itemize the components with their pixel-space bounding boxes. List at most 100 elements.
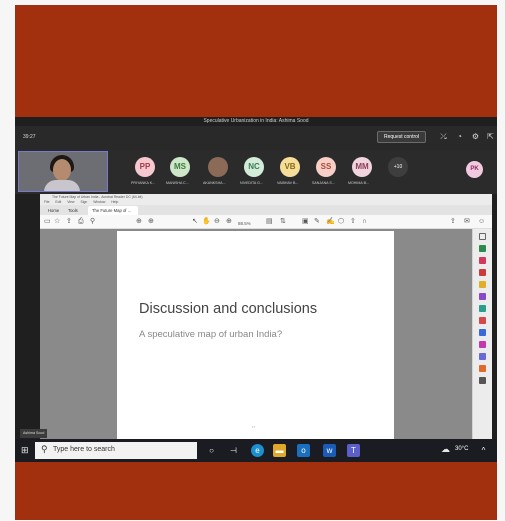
menu-help[interactable]: Help <box>111 200 118 204</box>
fill-sign-icon[interactable] <box>479 341 486 348</box>
tools-rail <box>472 229 492 439</box>
slide-subtitle: A speculative map of urban India? <box>139 329 283 340</box>
compress-icon[interactable] <box>479 365 486 372</box>
participant-avatar-mm[interactable]: MM <box>352 157 372 177</box>
upload-icon[interactable]: ⇪ <box>66 218 72 226</box>
task-view-icon[interactable]: ○ <box>205 444 218 457</box>
email-icon[interactable]: ✉ <box>464 218 470 226</box>
send-sign-icon[interactable] <box>479 353 486 360</box>
zoom-in-icon[interactable]: ⊕ <box>226 218 232 226</box>
edit-pdf-icon[interactable] <box>479 257 486 264</box>
avatar-initials: PP <box>139 162 151 171</box>
popout-icon[interactable]: ⇱ <box>486 132 495 141</box>
pdf-page: Discussion and conclusions A speculative… <box>117 231 394 439</box>
magnifier-icon: ⚲ <box>41 444 48 454</box>
meeting-controls-bar: 39:27 Request control ⤯ ◔ ⚙ ⇱ <box>15 126 497 150</box>
sign-icon[interactable]: ✍ <box>326 218 335 226</box>
more-tools-icon[interactable] <box>479 377 486 384</box>
meeting-title: Speculative Urbanization in India: Ashim… <box>15 117 497 126</box>
menu-window[interactable]: Window <box>93 200 105 204</box>
avatar-initials: VB <box>284 162 296 171</box>
tab-tools[interactable]: Tools <box>64 206 82 215</box>
self-video-tile[interactable] <box>18 151 108 192</box>
tray-chevron-icon[interactable]: ^ <box>477 444 490 457</box>
avatar-initials: SS <box>320 162 332 171</box>
participant-name: NIVEDITA G... <box>240 181 263 185</box>
participant-name: MOHIMA B... <box>348 181 369 185</box>
participant-avatar-photo[interactable] <box>208 157 228 177</box>
tab-document[interactable]: The Future Map of ... <box>88 206 138 215</box>
more-participants-button[interactable]: +10 <box>388 157 408 177</box>
comment-icon[interactable]: ▣ <box>302 218 309 226</box>
menu-edit[interactable]: Edit <box>55 200 61 204</box>
meeting-timer: 39:27 <box>23 134 36 140</box>
combine-files-icon[interactable] <box>479 293 486 300</box>
slide-title: Discussion and conclusions <box>139 301 318 317</box>
export-pdf-icon[interactable] <box>479 245 486 252</box>
highlight-icon[interactable]: ✎ <box>314 218 320 226</box>
participant-avatar-ms[interactable]: MS <box>170 157 190 177</box>
share-icon[interactable]: ⇧ <box>350 218 356 226</box>
search-icon[interactable]: ⚲ <box>90 218 95 226</box>
zoom-level[interactable]: 88.5% <box>238 220 251 228</box>
save-icon[interactable]: ▭ <box>44 218 51 226</box>
comment-tool-icon[interactable] <box>479 281 486 288</box>
side-avatar-pk[interactable]: PK <box>466 161 483 178</box>
menu-sign[interactable]: Sign <box>80 200 87 204</box>
pdf-viewer[interactable]: Discussion and conclusions A speculative… <box>40 229 472 439</box>
avatar-initials: MS <box>174 162 186 171</box>
temperature: 30°C <box>455 446 469 452</box>
menu-view[interactable]: View <box>67 200 74 204</box>
bookmark-icon[interactable]: ☆ <box>54 218 60 226</box>
self-name-tag: Ashima Sood <box>20 429 48 438</box>
zoom-tool-icon[interactable] <box>479 233 486 240</box>
outlook-icon[interactable]: o <box>297 444 310 457</box>
tab-home[interactable]: Home <box>44 206 63 215</box>
pdf-tab-bar: Home Tools The Future Map of ... <box>40 205 492 215</box>
zoom-out-icon[interactable]: ⊖ <box>214 218 220 226</box>
scroll-mode-icon[interactable]: ⇅ <box>280 218 286 226</box>
measure-icon[interactable]: ∩ <box>362 218 367 226</box>
settings-icon[interactable]: ⚙ <box>471 132 480 141</box>
select-tool-icon[interactable]: ↖ <box>192 218 198 226</box>
share-tray-icon[interactable]: ⤯ <box>439 132 448 141</box>
request-control-button[interactable]: Request control <box>377 131 427 143</box>
protect-icon[interactable] <box>479 329 486 336</box>
avatar-initials: MM <box>355 162 369 171</box>
start-icon[interactable]: ⊞ <box>21 445 31 455</box>
file-explorer-icon[interactable]: ▬ <box>273 444 286 457</box>
fit-page-icon[interactable]: ▤ <box>266 218 273 226</box>
shared-screen-pdf: The Future Map of Urban India - Acrobat … <box>40 194 492 439</box>
redact-icon[interactable] <box>479 317 486 324</box>
share-doc-icon[interactable]: ⇪ <box>450 218 456 226</box>
word-icon[interactable]: w <box>323 444 336 457</box>
teams-icon[interactable]: T <box>347 444 360 457</box>
participant-avatar-ss[interactable]: SS <box>316 157 336 177</box>
search-placeholder: Type here to search <box>53 446 115 453</box>
participant-avatar-pp[interactable]: PP <box>135 157 155 177</box>
pdf-toolbar: ▭ ☆ ⇪ ⎙ ⚲ ⊕ ⊕ ↖ ✋ ⊖ ⊕ 88.5% ▤ ⇅ ▣ ✎ ✍ ⬡ … <box>40 215 492 229</box>
account-icon[interactable]: ☺ <box>478 218 485 226</box>
menu-file[interactable]: File <box>44 200 49 204</box>
windows-taskbar: ⊞ ⚲ Type here to search ○ ⊣ e ▬ o w T ☁ … <box>15 439 497 462</box>
widgets-icon[interactable]: ⊣ <box>227 444 240 457</box>
page-number: 17 <box>252 425 256 429</box>
participant-avatar-nc[interactable]: NC <box>244 157 264 177</box>
leave-icon[interactable]: ◔ <box>455 132 464 141</box>
cloud-icon: ☁ <box>441 444 450 454</box>
participant-avatar-vb[interactable]: VB <box>280 157 300 177</box>
create-pdf-icon[interactable] <box>479 269 486 276</box>
taskbar-search-box[interactable]: ⚲ Type here to search <box>35 442 197 459</box>
presenter-face <box>53 159 71 181</box>
presenter-body <box>44 180 80 191</box>
print-icon[interactable]: ⎙ <box>78 218 84 226</box>
hand-tool-icon[interactable]: ✋ <box>202 218 211 226</box>
edge-icon[interactable]: e <box>251 444 264 457</box>
next-page-icon[interactable]: ⊕ <box>148 218 154 226</box>
participant-name: AKANKSHA... <box>203 181 226 185</box>
participant-name: MANISHA C... <box>166 181 189 185</box>
organize-pages-icon[interactable] <box>479 305 486 312</box>
prev-page-icon[interactable]: ⊕ <box>136 218 142 226</box>
page: Speculative Urbanization in India: Ashim… <box>0 0 505 521</box>
stamp-icon[interactable]: ⬡ <box>338 218 344 226</box>
